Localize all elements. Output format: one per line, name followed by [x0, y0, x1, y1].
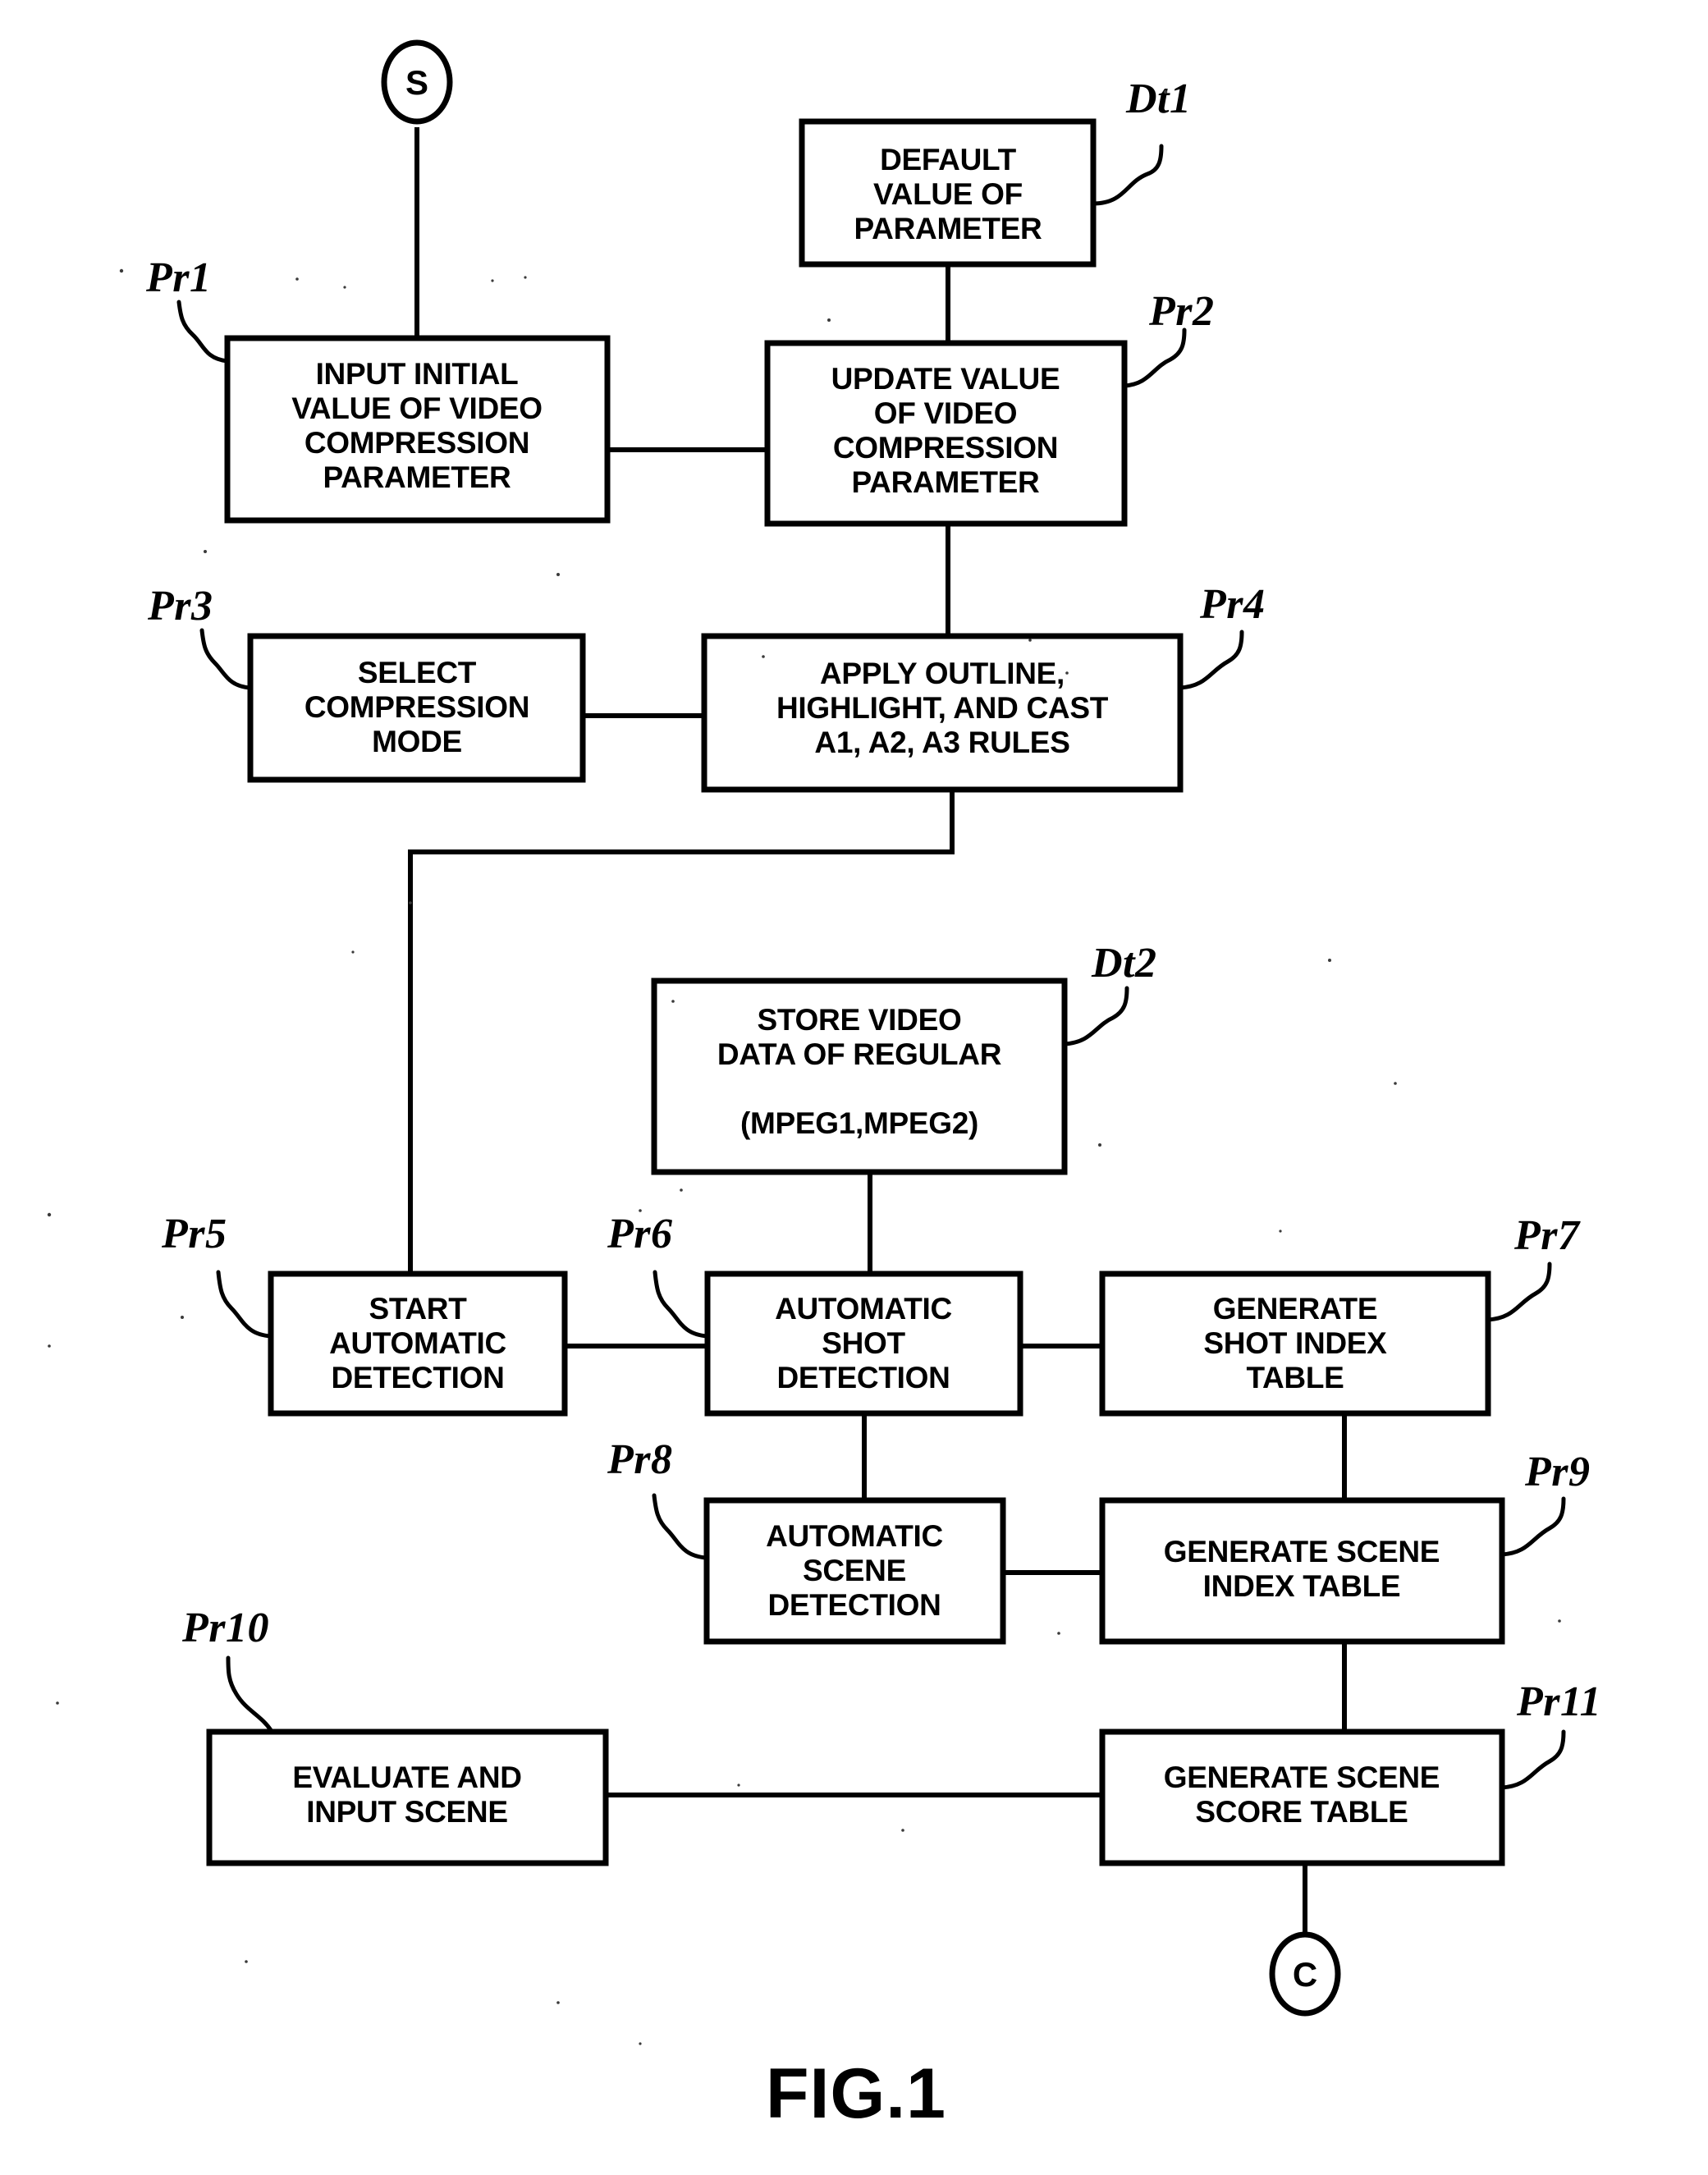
ref-label-pr11: Pr11 [1516, 1678, 1601, 1725]
start-terminal: S [381, 39, 453, 125]
box-pr8-line-1: AUTOMATIC [766, 1519, 943, 1553]
box-pr2-line-3: COMPRESSION [833, 431, 1058, 465]
box-pr7[interactable]: GENERATE SHOT INDEX TABLE [1099, 1271, 1491, 1417]
box-pr4-line-1: APPLY OUTLINE, [820, 657, 1065, 690]
box-pr11-line-2: SCORE TABLE [1195, 1795, 1408, 1829]
box-dt1-line-1: DEFAULT [880, 143, 1016, 176]
box-pr2[interactable]: UPDATE VALUE OF VIDEO COMPRESSION PARAME… [764, 340, 1128, 527]
box-dt2-line-2: DATA OF REGULAR [717, 1037, 1001, 1071]
ref-label-pr4: Pr4 [1199, 581, 1266, 628]
box-pr10[interactable]: EVALUATE AND INPUT SCENE [206, 1729, 609, 1866]
box-pr10-line-2: INPUT SCENE [306, 1795, 507, 1829]
box-pr2-line-1: UPDATE VALUE [831, 362, 1060, 396]
box-pr6-line-3: DETECTION [776, 1361, 950, 1394]
box-pr7-line-2: SHOT INDEX [1203, 1326, 1387, 1360]
box-pr1-line-4: PARAMETER [323, 460, 511, 494]
flowchart-diagram: S C DEFAULT VALUE OF PARAMETER Dt1 INPUT… [47, 39, 1601, 2133]
leader-pr4 [1178, 630, 1244, 690]
ref-label-pr9: Pr9 [1524, 1449, 1591, 1495]
box-pr11-line-1: GENERATE SCENE [1164, 1761, 1440, 1794]
box-pr2-line-4: PARAMETER [852, 465, 1040, 499]
connector-terminal-c: C [1269, 1931, 1341, 2017]
connector-terminal-c-label: C [1293, 1955, 1317, 1994]
leader-pr5 [216, 1270, 273, 1339]
figure-caption: FIG.1 [766, 2054, 946, 2133]
leader-pr7 [1486, 1262, 1552, 1322]
box-pr5-line-2: AUTOMATIC [329, 1326, 506, 1360]
box-pr6[interactable]: AUTOMATIC SHOT DETECTION [704, 1271, 1023, 1417]
leader-pr3 [199, 628, 253, 690]
box-pr8-line-3: DETECTION [767, 1588, 941, 1622]
leader-pr11 [1500, 1729, 1566, 1790]
box-pr3-line-2: COMPRESSION [305, 690, 529, 724]
box-dt1-line-2: VALUE OF [873, 177, 1023, 211]
box-pr4[interactable]: APPLY OUTLINE, HIGHLIGHT, AND CAST A1, A… [701, 633, 1184, 793]
leader-pr6 [653, 1270, 710, 1339]
box-pr5-line-1: START [369, 1292, 467, 1326]
box-pr1[interactable]: INPUT INITIAL VALUE OF VIDEO COMPRESSION… [224, 335, 611, 524]
ref-label-pr1: Pr1 [145, 254, 212, 301]
ref-label-pr5: Pr5 [161, 1211, 227, 1257]
leader-pr9 [1500, 1496, 1566, 1557]
box-dt2-line-1: STORE VIDEO [758, 1003, 962, 1037]
box-pr4-line-3: A1, A2, A3 RULES [814, 726, 1069, 759]
box-pr3-line-1: SELECT [358, 656, 477, 689]
box-pr9[interactable]: GENERATE SCENE INDEX TABLE [1099, 1497, 1505, 1645]
box-pr3-line-3: MODE [372, 725, 462, 758]
ref-label-pr10: Pr10 [181, 1605, 269, 1651]
box-pr9-line-1: GENERATE SCENE [1164, 1535, 1440, 1568]
box-dt2-line-4: (MPEG1,MPEG2) [740, 1106, 978, 1140]
ref-label-pr7: Pr7 [1513, 1212, 1581, 1259]
box-pr11[interactable]: GENERATE SCENE SCORE TABLE [1099, 1729, 1505, 1866]
box-pr1-line-2: VALUE OF VIDEO [291, 392, 543, 425]
leader-dt1 [1091, 144, 1164, 206]
ref-label-dt2: Dt2 [1091, 940, 1157, 987]
box-dt2[interactable]: STORE VIDEO DATA OF REGULAR (MPEG1,MPEG2… [651, 978, 1068, 1175]
box-pr8[interactable]: AUTOMATIC SCENE DETECTION [703, 1497, 1006, 1645]
start-terminal-label: S [405, 63, 428, 102]
ref-label-dt1: Dt1 [1125, 76, 1192, 122]
box-pr6-line-1: AUTOMATIC [775, 1292, 952, 1326]
ref-label-pr2: Pr2 [1148, 288, 1215, 335]
leader-dt2 [1062, 986, 1129, 1046]
box-pr3[interactable]: SELECT COMPRESSION MODE [247, 633, 586, 783]
box-pr6-line-2: SHOT [822, 1326, 905, 1360]
ref-label-pr3: Pr3 [147, 583, 213, 630]
box-pr7-line-3: TABLE [1246, 1361, 1344, 1394]
leader-pr10 [226, 1655, 273, 1733]
box-pr1-line-3: COMPRESSION [305, 426, 529, 460]
box-pr10-line-1: EVALUATE AND [292, 1761, 521, 1794]
box-dt1-line-3: PARAMETER [854, 212, 1042, 245]
leader-pr2 [1122, 327, 1187, 388]
figure-page: S C DEFAULT VALUE OF PARAMETER Dt1 INPUT… [0, 0, 1708, 2175]
box-pr5-line-3: DETECTION [331, 1361, 504, 1394]
box-pr9-line-2: INDEX TABLE [1203, 1569, 1401, 1603]
leader-pr8 [652, 1493, 709, 1560]
box-pr1-line-1: INPUT INITIAL [316, 357, 519, 391]
box-pr4-line-2: HIGHLIGHT, AND CAST [776, 691, 1109, 725]
box-dt1[interactable]: DEFAULT VALUE OF PARAMETER [799, 118, 1097, 268]
box-pr8-line-2: SCENE [803, 1554, 906, 1587]
ref-label-pr8: Pr8 [607, 1436, 673, 1483]
box-pr7-line-1: GENERATE [1213, 1292, 1377, 1326]
ref-label-pr6: Pr6 [607, 1211, 673, 1257]
box-pr5[interactable]: START AUTOMATIC DETECTION [268, 1271, 568, 1417]
box-pr2-line-2: OF VIDEO [874, 396, 1017, 430]
leader-pr1 [176, 300, 230, 364]
